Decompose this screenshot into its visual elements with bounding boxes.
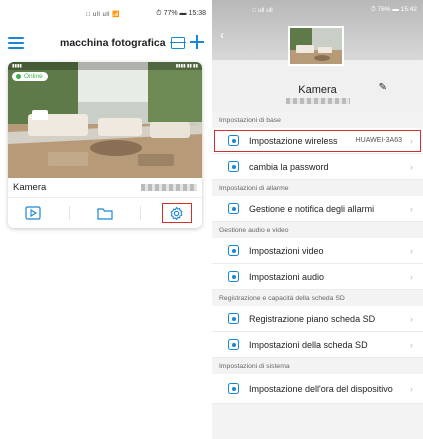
clock-icon xyxy=(228,383,239,394)
status-time: 15:38 xyxy=(188,10,206,17)
sd-card-settings-row[interactable]: Impostazioni della scheda SD › xyxy=(212,332,423,358)
row-label: Registrazione piano scheda SD xyxy=(249,313,376,324)
chevron-right-icon: › xyxy=(410,271,413,282)
row-label: Impostazione dell'ora del dispositivo xyxy=(249,383,393,394)
signal-indicators: ⁝⁝ ull ull 📶 xyxy=(85,11,121,18)
camera-info-row: Kamera xyxy=(8,178,202,198)
status-badge: Online xyxy=(12,72,48,81)
playback-icon[interactable] xyxy=(18,203,48,223)
camera-icon xyxy=(228,245,239,256)
battery-indicator: ⏱ 77% ▬ 15:38 xyxy=(156,10,206,17)
signal-indicators: ⁝⁝ ull ull xyxy=(252,7,273,14)
camera-id-redacted xyxy=(141,184,197,191)
camera-thumbnail[interactable]: ▮▮▮▮ ▮▮▮▮ ▮▮ ▮▮ Online xyxy=(8,62,202,178)
alarm-management-row[interactable]: Gestione e notifica degli allarmi › xyxy=(212,196,423,222)
camera-settings-screen: ⁝⁝ ull ull ⏱ 76% ▬ 15:42 ‹ Kamera ✎ Impo… xyxy=(212,0,423,439)
list-view-icon[interactable] xyxy=(170,37,186,49)
row-label: Impostazioni video xyxy=(249,245,324,256)
row-label: Gestione e notifica degli allarmi xyxy=(249,203,375,214)
back-arrow-icon[interactable]: ‹ xyxy=(220,28,224,42)
camera-name: Kamera xyxy=(13,182,47,193)
section-header: Impostazioni di sistema xyxy=(212,358,423,374)
alarm-icon xyxy=(228,203,239,214)
settings-icon[interactable] xyxy=(161,203,192,223)
section-header: Impostazioni di base xyxy=(212,112,423,128)
row-label: cambia la password xyxy=(249,161,329,172)
section-header: Gestione audio e video xyxy=(212,222,423,238)
row-label: Impostazione wireless xyxy=(249,135,338,146)
speaker-icon xyxy=(228,271,239,282)
video-settings-row[interactable]: Impostazioni video › xyxy=(212,238,423,264)
sd-card-icon xyxy=(228,339,239,350)
add-device-icon[interactable] xyxy=(190,35,204,49)
status-bar: ⁝⁝ ull ull 📶 ⏱ 77% ▬ 15:38 xyxy=(0,0,212,28)
menu-icon[interactable] xyxy=(8,37,24,49)
chevron-right-icon: › xyxy=(410,383,413,394)
sd-recording-plan-row[interactable]: Registrazione piano scheda SD › xyxy=(212,306,423,332)
row-label: Impostazioni della scheda SD xyxy=(249,339,368,350)
lock-icon xyxy=(228,161,239,172)
section-header: Impostazioni di allarme xyxy=(212,180,423,196)
camera-name: Kamera xyxy=(298,84,337,96)
wifi-icon xyxy=(228,135,239,146)
status-bar: ⁝⁝ ull ull ⏱ 76% ▬ 15:42 xyxy=(252,0,417,20)
camera-actions xyxy=(8,198,202,228)
audio-settings-row[interactable]: Impostazioni audio › xyxy=(212,264,423,290)
wifi-network-value: HUAWEI-3A63 xyxy=(355,137,402,144)
chevron-right-icon: › xyxy=(410,161,413,172)
chevron-right-icon: › xyxy=(410,245,413,256)
folder-icon[interactable] xyxy=(90,203,120,223)
chevron-right-icon: › xyxy=(410,203,413,214)
chevron-right-icon: › xyxy=(410,135,413,146)
change-password-row[interactable]: cambia la password › xyxy=(212,154,423,180)
chevron-right-icon: › xyxy=(410,339,413,350)
chevron-right-icon: › xyxy=(410,313,413,324)
online-dot-icon xyxy=(16,74,21,79)
status-time: 15:42 xyxy=(400,6,417,13)
battery-indicator: ⏱ 76% ▬ 15:42 xyxy=(370,6,417,13)
device-time-row[interactable]: Impostazione dell'ora del dispositivo › xyxy=(212,374,423,404)
row-label: Impostazioni audio xyxy=(249,271,325,282)
record-icon xyxy=(228,313,239,324)
app-header: macchina fotografica xyxy=(0,28,212,58)
camera-list-screen: ⁝⁝ ull ull 📶 ⏱ 77% ▬ 15:38 macchina foto… xyxy=(0,0,212,439)
settings-header: ⁝⁝ ull ull ⏱ 76% ▬ 15:42 ‹ Kamera ✎ xyxy=(212,0,423,112)
page-title: macchina fotografica xyxy=(60,37,166,49)
camera-card[interactable]: ▮▮▮▮ ▮▮▮▮ ▮▮ ▮▮ Online Kamera xyxy=(8,62,202,228)
camera-id-redacted xyxy=(286,98,350,104)
section-header: Registrazione e capacità della scheda SD xyxy=(212,290,423,306)
edit-name-icon[interactable]: ✎ xyxy=(379,82,387,93)
wireless-settings-row[interactable]: Impostazione wireless HUAWEI-3A63 › xyxy=(212,128,423,154)
camera-thumbnail xyxy=(288,26,344,66)
osd-overlay: ▮▮▮▮ ▮▮▮▮ ▮▮ ▮▮ xyxy=(8,62,202,70)
